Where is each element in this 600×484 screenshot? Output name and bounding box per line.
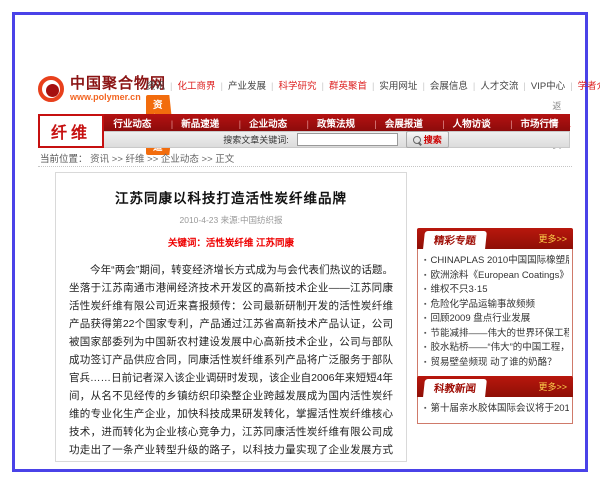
top-nav-link[interactable]: 化工商界 [165, 78, 215, 92]
top-nav-link[interactable]: 学者介绍 [565, 78, 600, 92]
search-label: 搜索文章关键词: [223, 133, 289, 146]
fiber-menu-item[interactable]: 新品速递 [163, 116, 219, 130]
top-nav-link[interactable]: 实用网址 [367, 78, 417, 92]
article-keywords[interactable]: 关键词：活性炭纤维 江苏同康 [56, 235, 406, 249]
top-nav-link[interactable]: 产业发展 [216, 78, 266, 92]
top-nav-link[interactable]: VIP中心 [518, 78, 565, 92]
top-nav: 资讯化工商界产业发展科学研究群英聚首实用网址会展信息人才交流VIP中心学者介绍论… [146, 78, 576, 92]
sidebar-topic-item[interactable]: 胶水粘桥——“伟大”的中国工程， [424, 341, 569, 356]
article-body: 今年“两会”期间，转变经济增长方式成为与会代表们热议的话题。坐落于江苏南通市港闸… [56, 261, 406, 462]
fiber-channel-label: 纤维 [51, 119, 91, 143]
sidebar-section-title: 科教新闻 [423, 379, 487, 397]
sidebar-topic-item[interactable]: 回顾2009 盘点行业发展 [424, 312, 569, 327]
sidebar-topic-item[interactable]: 节能减排——伟大的世界环保工程 [424, 327, 569, 342]
sidebar-section-header-topics: 精彩专题 更多>> [417, 228, 573, 249]
fiber-channel-box[interactable]: 纤维 [38, 114, 104, 148]
search-bar: 搜索文章关键词: 搜索 [102, 131, 570, 148]
more-link-science-news[interactable]: 更多>> [538, 380, 573, 397]
search-button[interactable]: 搜索 [406, 131, 449, 148]
fiber-menu-item[interactable]: 人物访谈 [434, 116, 490, 130]
sidebar-topic-item[interactable]: 危险化学品运输事故频频 [424, 298, 569, 313]
sidebar-topic-item[interactable]: 欧洲涂料《European Coatings》视频 [424, 269, 569, 284]
article-panel: 江苏同康以科技打造活性炭纤维品牌 2010-4-23 来源:中国纺织报 关键词：… [55, 172, 407, 462]
fiber-menu-item[interactable]: 政策法规 [298, 116, 354, 130]
breadcrumb-divider [38, 166, 572, 167]
sidebar-section-title: 精彩专题 [423, 231, 487, 249]
fiber-menu-item[interactable]: 企业动态 [231, 116, 287, 130]
sidebar-topic-item[interactable]: CHINAPLAS 2010中国国际橡塑展 [424, 254, 569, 269]
article-title: 江苏同康以科技打造活性炭纤维品牌 [62, 187, 400, 207]
fiber-menu-item[interactable]: 会展报道 [366, 116, 422, 130]
top-nav-link[interactable]: 会展信息 [417, 78, 467, 92]
article-meta: 2010-4-23 来源:中国纺织报 [56, 214, 406, 226]
more-link-topics[interactable]: 更多>> [538, 232, 573, 249]
search-input[interactable] [297, 133, 398, 146]
top-nav-link[interactable]: 群英聚首 [316, 78, 366, 92]
sidebar-topic-item[interactable]: 贸易壁垒频现 动了谁的奶酪？ [424, 356, 569, 371]
article-paragraph: 今年“两会”期间，转变经济增长方式成为与会代表们热议的话题。坐落于江苏南通市港闸… [69, 261, 393, 462]
search-icon [413, 136, 421, 144]
sidebar-topic-item[interactable]: 维权不只3·15 [424, 283, 569, 298]
breadcrumb: 当前位置： 资讯 >> 纤维 >> 企业动态 >> 正文 [40, 151, 234, 165]
fiber-menu: 行业动态新品速递企业动态政策法规会展报道人物访谈市场行情 [102, 114, 570, 131]
top-nav-link[interactable]: 科学研究 [266, 78, 316, 92]
sidebar-section-header-science-news: 科教新闻 更多>> [417, 376, 573, 397]
top-nav-link[interactable]: 人才交流 [468, 78, 518, 92]
top-nav-link[interactable]: 资讯 [146, 78, 165, 92]
fiber-menu-item[interactable]: 市场行情 [502, 116, 558, 130]
sidebar-topic-list: CHINAPLAS 2010中国国际橡塑展欧洲涂料《European Coati… [417, 249, 573, 377]
polymer-logo-icon [38, 76, 64, 102]
breadcrumb-trail[interactable]: 资讯 >> 纤维 >> 企业动态 >> 正文 [90, 154, 234, 165]
sidebar-science-news-item[interactable]: 第十届亲水胶体国际会议将于2010… [424, 402, 569, 417]
sidebar-science-news-list: 第十届亲水胶体国际会议将于2010… [417, 397, 573, 424]
fiber-menu-item[interactable]: 行业动态 [113, 116, 151, 130]
